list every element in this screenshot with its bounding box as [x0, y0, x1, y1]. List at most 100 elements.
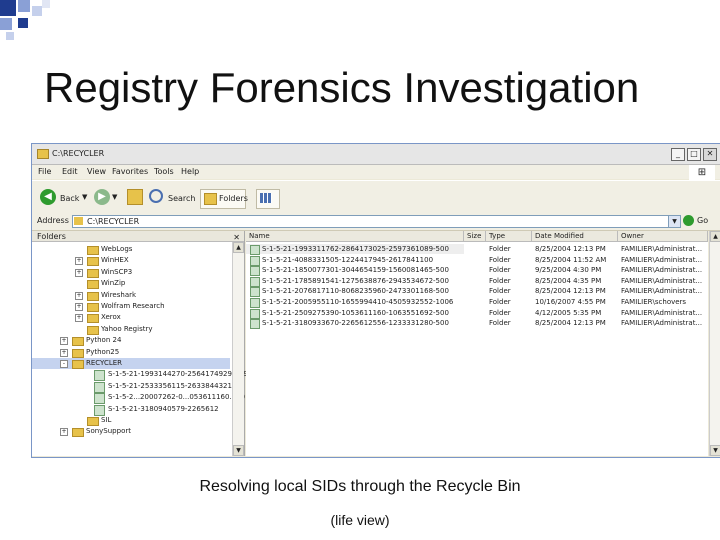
search-icon[interactable]	[149, 189, 163, 203]
column-header-date-modified[interactable]: Date Modified	[532, 231, 618, 242]
forward-arrow-icon[interactable]: ▶	[94, 189, 110, 205]
file-list-scrollbar[interactable]: ▲ ▼	[709, 231, 720, 456]
table-row[interactable]: S-1-5-21-3180933670-2265612556-123333128…	[246, 318, 708, 330]
address-input[interactable]: C:\RECYCLER	[72, 215, 678, 228]
tree-item[interactable]: WinZip	[32, 278, 230, 290]
menu-bar: File Edit View Favorites Tools Help	[32, 165, 720, 179]
tree-expander-icon[interactable]: +	[60, 348, 68, 357]
back-button[interactable]: Back	[60, 194, 79, 203]
tree-item[interactable]: SIL	[32, 415, 230, 426]
folders-button[interactable]: Folders	[200, 189, 248, 209]
tree-expander-icon[interactable]: +	[75, 257, 83, 266]
scroll-down-icon[interactable]: ▼	[233, 445, 244, 456]
column-header-owner[interactable]: Owner	[618, 231, 708, 242]
recycle-bin-icon	[250, 298, 260, 308]
tree-item[interactable]: + SonySupport	[32, 426, 230, 438]
go-button[interactable]: Go	[697, 216, 708, 225]
tree-item[interactable]: S-1-5-2...20007262-0...053611160...10	[32, 392, 245, 405]
folders-scrollbar[interactable]: ▲ ▼	[232, 242, 244, 456]
tree-expander-icon[interactable]: +	[75, 291, 83, 300]
table-row[interactable]: S-1-5-21-2005955110-1655994410-450593255…	[246, 297, 708, 308]
tree-item[interactable]: + Python25	[32, 347, 230, 358]
menu-favorites[interactable]: Favorites	[112, 167, 148, 176]
cell-owner: FAMILIER\Administrat...	[621, 255, 703, 264]
up-folder-icon[interactable]	[127, 189, 143, 205]
address-dropdown-icon[interactable]: ▼	[668, 215, 681, 228]
cell-name: S-1-5-21-1850077301-3044654159-156008146…	[262, 266, 449, 275]
maximize-button[interactable]: □	[687, 148, 701, 161]
cell-owner: FAMILIER\Administrat...	[621, 287, 703, 296]
menu-view[interactable]: View	[87, 167, 106, 176]
scroll-down-icon[interactable]: ▼	[710, 445, 720, 456]
windows-logo-icon: ⊞	[689, 165, 715, 181]
search-button[interactable]: Search	[168, 194, 195, 203]
forward-dropdown-icon[interactable]: ▼	[112, 193, 117, 201]
tree-item[interactable]: + WinSCP3	[32, 267, 230, 278]
cell-name: S-1-5-21-4088331505-1224417945-261784110…	[262, 255, 434, 264]
folders-icon	[204, 193, 217, 205]
tree-item[interactable]: S-1-5-21-2533356115-2633844321-40	[32, 381, 243, 393]
tree-item[interactable]: + Xerox	[32, 312, 230, 324]
close-button[interactable]: ✕	[703, 148, 717, 161]
table-row[interactable]: S-1-5-21-1785891541-1275638876-294353467…	[246, 276, 708, 287]
cell-owner: FAMILIER\Administrat...	[621, 245, 703, 253]
slide-subcaption: (life view)	[330, 512, 390, 528]
views-button[interactable]	[256, 189, 280, 209]
menu-tools[interactable]: Tools	[154, 167, 174, 176]
tree-item-label: WinSCP3	[101, 267, 133, 276]
tree-expander-icon[interactable]: +	[75, 303, 83, 311]
tree-expander-icon[interactable]: +	[60, 428, 68, 437]
tree-expander-icon[interactable]: +	[60, 337, 68, 346]
tree-expander-icon[interactable]: -	[60, 360, 68, 368]
tree-item[interactable]: WebLogs	[32, 244, 230, 255]
tree-item[interactable]: + Wireshark	[32, 290, 230, 301]
tree-item-label: S-1-5-21-2533356115-2633844321-40	[108, 381, 244, 390]
menu-edit[interactable]: Edit	[62, 167, 78, 176]
cell-type: Folder	[489, 245, 511, 253]
folder-icon	[87, 417, 99, 426]
menu-file[interactable]: File	[38, 167, 51, 176]
tree-item-label: S-1-5-2...20007262-0...053611160...10	[108, 393, 246, 402]
address-label: Address	[37, 216, 69, 225]
back-dropdown-icon[interactable]: ▼	[82, 193, 87, 201]
table-row[interactable]: S-1-5-21-1993311762-2864173025-259736108…	[246, 244, 702, 255]
table-row[interactable]: S-1-5-21-4088331505-1224417945-261784110…	[246, 255, 708, 266]
corner-decoration	[0, 0, 60, 50]
scroll-up-icon[interactable]: ▲	[710, 231, 720, 242]
menu-help[interactable]: Help	[181, 167, 199, 176]
cell-owner: FAMILIER\Administrat...	[621, 266, 703, 275]
tree-item-label: Wolfram Research	[101, 302, 165, 310]
tree-item-label: RECYCLER	[86, 359, 123, 367]
tree-item[interactable]: Yahoo Registry	[32, 324, 230, 335]
column-header-name[interactable]: Name	[246, 231, 464, 242]
column-header-type[interactable]: Type	[486, 231, 532, 242]
window-title: C:\RECYCLER	[52, 149, 105, 158]
folder-icon	[87, 268, 99, 278]
back-arrow-icon[interactable]: ◀	[40, 189, 56, 205]
folder-icon	[72, 360, 84, 369]
folder-icon	[72, 337, 84, 347]
cell-owner: FAMILIER\Administrat...	[621, 276, 703, 285]
tree-item-label: Python 24	[86, 336, 122, 345]
minimize-button[interactable]: _	[671, 148, 685, 161]
tree-item[interactable]: + Wolfram Research	[32, 301, 230, 312]
table-row[interactable]: S-1-5-21-2509275390-1053611160-106355169…	[246, 308, 708, 319]
tree-item[interactable]: + WinHEX	[32, 255, 230, 267]
slide-title: Registry Forensics Investigation	[44, 64, 640, 111]
table-row[interactable]: S-1-5-21-1850077301-3044654159-156008146…	[246, 265, 708, 277]
tree-item[interactable]: S-1-5-21-1993144270-2564174929-259	[32, 369, 248, 382]
scroll-up-icon[interactable]: ▲	[233, 242, 244, 253]
tree-item[interactable]: + Python 24	[32, 335, 230, 347]
tree-expander-icon[interactable]: +	[75, 268, 83, 277]
folder-icon	[72, 428, 84, 438]
folder-icon	[72, 348, 84, 358]
tree-item[interactable]: - RECYCLER	[32, 358, 230, 369]
tree-expander-icon[interactable]: +	[75, 314, 83, 323]
recycle-bin-icon	[250, 276, 260, 287]
folder-icon	[87, 280, 99, 290]
tree-item[interactable]: S-1-5-21-3180940579-2265612	[32, 404, 230, 416]
go-arrow-icon[interactable]	[683, 215, 694, 226]
recycle-bin-icon	[250, 287, 260, 298]
table-row[interactable]: S-1-5-21-2076817110-8068235960-247330116…	[246, 286, 708, 298]
column-header-size[interactable]: Size	[464, 231, 486, 242]
